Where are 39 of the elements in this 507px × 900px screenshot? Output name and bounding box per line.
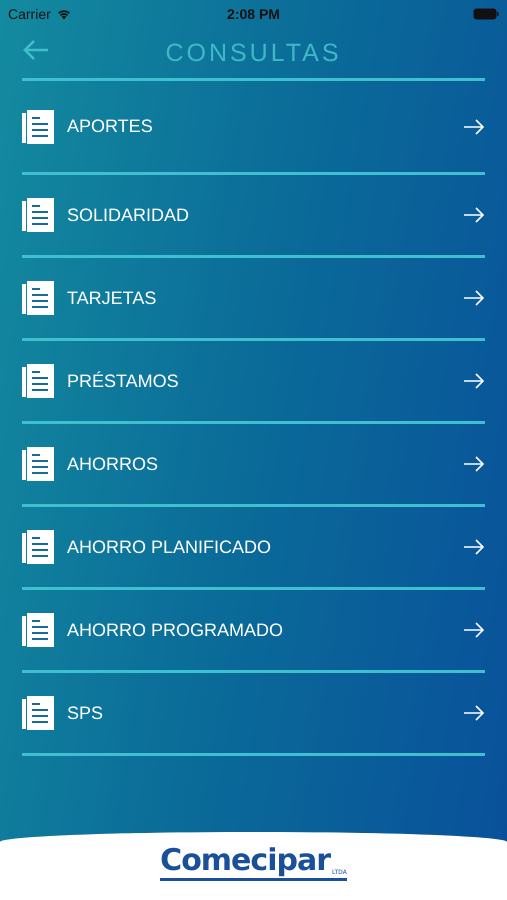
carrier-name: Carrier [8, 6, 51, 22]
menu-item[interactable]: AHORRO PLANIFICADO [22, 507, 485, 590]
arrow-right-icon [463, 118, 485, 134]
document-icon [22, 696, 54, 730]
menu-item[interactable]: SOLIDARIDAD [22, 175, 485, 258]
status-time: 2:08 PM [227, 6, 280, 22]
menu-item[interactable]: AHORRO PROGRAMADO [22, 590, 485, 673]
menu-item[interactable]: APORTES [22, 81, 485, 175]
document-icon [22, 530, 54, 564]
arrow-right-icon [463, 373, 485, 389]
menu-item-label: AHORROS [67, 454, 160, 474]
document-icon [22, 198, 54, 232]
document-icon [22, 110, 54, 144]
arrow-right-icon [463, 539, 485, 555]
arrow-right-icon [463, 705, 485, 721]
arrow-right-icon [463, 290, 485, 306]
document-icon [22, 613, 54, 647]
battery-icon [472, 8, 499, 20]
menu-item-label: SPS [67, 702, 104, 724]
menu-item-label: AHORRO PROGRAMADO [67, 620, 284, 640]
document-icon [22, 364, 54, 398]
menu-item-label: SOLIDARIDAD [67, 204, 190, 226]
menu-item-label: AHORRO PLANIFICADO [67, 536, 272, 558]
document-icon [22, 447, 54, 481]
wifi-icon [56, 8, 72, 20]
menu-item[interactable]: TARJETAS [22, 258, 485, 341]
arrow-right-icon [463, 207, 485, 223]
menu-item-label: APORTES [67, 116, 154, 137]
back-button[interactable] [22, 38, 50, 62]
menu-item-label: PRÉSTAMOS [67, 370, 180, 392]
logo-text: Comecipar [160, 846, 330, 876]
screen-title: CONSULTAS [165, 38, 342, 68]
menu-item-label: TARJETAS [67, 288, 158, 308]
arrow-right-icon [463, 622, 485, 638]
menu-item[interactable]: AHORROS [22, 424, 485, 507]
arrow-right-icon [463, 456, 485, 472]
document-icon [22, 281, 54, 315]
menu-item[interactable]: SPS [22, 673, 485, 756]
menu-item[interactable]: PRÉSTAMOS [22, 341, 485, 424]
